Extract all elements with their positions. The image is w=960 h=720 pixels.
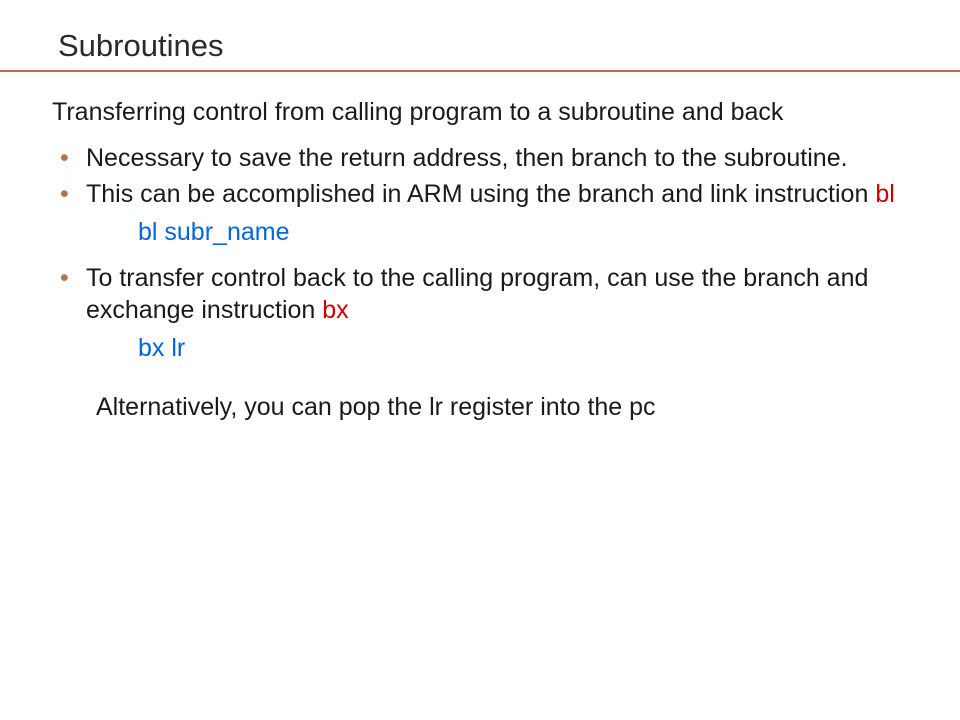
bullet-text: This can be accomplished in ARM using th…	[86, 180, 875, 208]
instruction-highlight: bx	[322, 296, 348, 324]
list-item: To transfer control back to the calling …	[52, 262, 900, 326]
code-example: bx lr	[138, 330, 900, 368]
list-item: Necessary to save the return address, th…	[52, 142, 900, 174]
title-divider	[0, 70, 960, 72]
bullet-text: To transfer control back to the calling …	[86, 264, 868, 324]
list-item: This can be accomplished in ARM using th…	[52, 178, 900, 210]
slide-title: Subroutines	[58, 28, 900, 64]
code-example: bl subr_name	[138, 214, 900, 252]
alt-paragraph: Alternatively, you can pop the lr regist…	[96, 391, 900, 423]
bullet-text: Necessary to save the return address, th…	[86, 144, 848, 172]
bullet-list: To transfer control back to the calling …	[52, 262, 900, 326]
intro-paragraph: Transferring control from calling progra…	[52, 96, 900, 128]
bullet-list: Necessary to save the return address, th…	[52, 142, 900, 210]
instruction-highlight: bl	[875, 180, 894, 208]
